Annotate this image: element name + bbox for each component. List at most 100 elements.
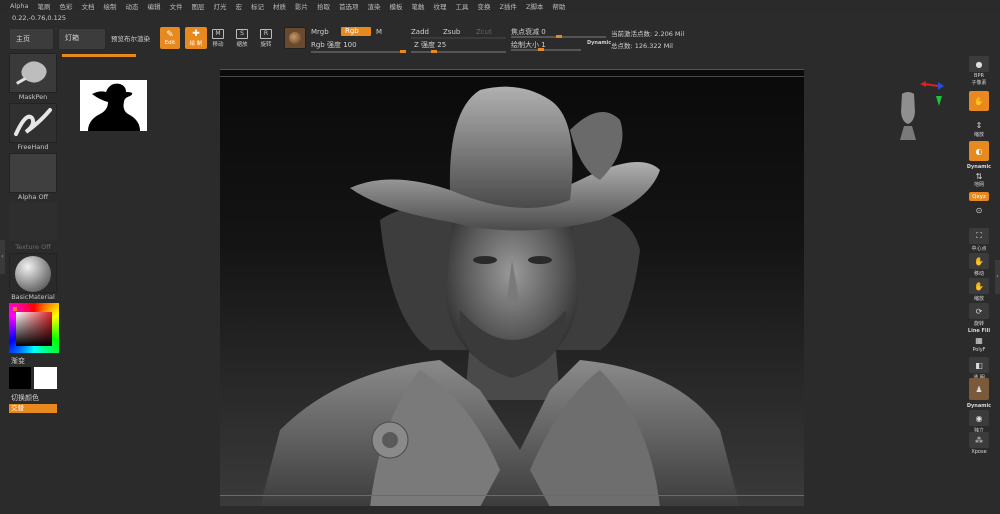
z-intensity-slider[interactable] (411, 51, 506, 53)
rotate-view-button[interactable]: ⟳ 旋转 (967, 303, 991, 327)
axis-gizmo[interactable] (918, 78, 948, 110)
menu-item[interactable]: 拾取 (317, 1, 330, 11)
ghost-button[interactable]: ♟ (967, 378, 991, 400)
brush-button[interactable] (9, 53, 57, 93)
move-button[interactable]: M 移动 (212, 29, 224, 48)
zsub-toggle[interactable]: Zsub (443, 28, 460, 36)
menu-item[interactable]: Alpha (10, 2, 28, 10)
bpr-icon: ● (969, 56, 989, 72)
scale-button[interactable]: S 缩放 (236, 29, 248, 48)
zoom-button[interactable]: ⇕ 缩放 (967, 120, 991, 139)
material-button[interactable] (9, 253, 57, 293)
main-color-swatch[interactable] (9, 367, 31, 389)
menu-item[interactable]: 色彩 (59, 1, 72, 11)
menu-item[interactable]: 纹理 (433, 1, 446, 11)
rgb-intensity-knob[interactable] (400, 50, 406, 53)
menu-item[interactable]: 变换 (477, 1, 490, 11)
z-intensity-knob[interactable] (431, 50, 437, 53)
draw-size-knob[interactable] (538, 48, 544, 51)
menu-item[interactable]: Z脚本 (526, 1, 543, 11)
reference-image-thumbnail[interactable] (80, 80, 147, 131)
menu-item[interactable]: 材质 (273, 1, 286, 11)
right-collapse-tab[interactable]: › (995, 260, 1000, 294)
z-mode-divider (411, 37, 506, 39)
m-toggle[interactable]: M (376, 28, 382, 36)
gradient-label[interactable]: 渐变 (11, 356, 25, 366)
material-name: BasicMaterial (11, 293, 55, 301)
sphere-icon (289, 32, 301, 44)
mrgb-toggle[interactable]: Mrgb (311, 28, 329, 36)
alpha-button[interactable] (9, 153, 57, 193)
freehand-stroke-icon (14, 108, 52, 136)
menu-item[interactable]: Z插件 (499, 1, 516, 11)
menu-item[interactable]: 渲染 (367, 1, 380, 11)
persp-button[interactable]: ◐ (967, 141, 991, 161)
subpixel-button[interactable]: 子像素 (967, 78, 991, 86)
bpr-preview-tab[interactable]: 预览布尔渲染 (111, 33, 150, 43)
zcut-toggle[interactable]: Zcut (476, 28, 492, 36)
texture-button[interactable] (9, 203, 57, 241)
xyz-axis-icon (920, 81, 944, 106)
stroke-name: FreeHand (17, 143, 49, 151)
bpr-button[interactable]: ● BPR (967, 56, 991, 79)
lightbox-tab[interactable]: 灯箱 (58, 28, 106, 50)
draw-size-slider[interactable] (511, 49, 581, 51)
switch-color-button[interactable]: 切换颜色 (11, 393, 39, 403)
menu-item[interactable]: 编辑 (147, 1, 160, 11)
xpose-button[interactable]: ⁂ Xpose (967, 432, 991, 455)
menu-item[interactable]: 标记 (251, 1, 264, 11)
frame-button[interactable]: ⛶ 中心点 (967, 228, 991, 252)
draw-icon: ✚ (192, 28, 200, 39)
menu-item[interactable]: 笔刷 (37, 1, 50, 11)
dynamic2-button[interactable]: Dynamic (967, 402, 991, 409)
focal-shift-knob[interactable] (556, 35, 562, 38)
document-canvas[interactable] (220, 69, 804, 506)
linefill-button[interactable]: Line Fill ▦ PolyF (967, 327, 991, 353)
menu-item[interactable]: 笔触 (411, 1, 424, 11)
rotate-icon: R (260, 29, 272, 39)
menu-item[interactable]: 文档 (81, 1, 94, 11)
color-picker-square[interactable] (16, 312, 52, 346)
scroll-button[interactable]: ✋ (967, 91, 991, 111)
total-points-readout: 总点数: 126.322 Mil (611, 42, 673, 50)
rgb-toggle[interactable]: Rgb (341, 27, 371, 36)
menu-item[interactable]: 图层 (191, 1, 204, 11)
menu-item[interactable]: 首选项 (339, 1, 359, 11)
menu-item[interactable]: 宏 (235, 1, 242, 11)
solo-button[interactable]: ◉ 独立 (967, 410, 991, 434)
dynamic-button[interactable]: Dynamic (967, 163, 991, 170)
rgb-intensity-slider[interactable] (311, 51, 406, 53)
zadd-toggle[interactable]: Zadd (411, 28, 429, 36)
move-view-button[interactable]: ✋ 移动 (967, 253, 991, 277)
z-intensity-slider-label: Z 强度 25 (414, 41, 447, 49)
edit-button[interactable]: ✎ Edit (160, 27, 180, 49)
xyz-button[interactable]: Qxyz (967, 192, 991, 201)
secondary-color-swatch[interactable] (34, 367, 57, 389)
scale-icon: S (236, 29, 248, 39)
brush-name: MaskPen (18, 93, 48, 101)
alternate-button[interactable]: 交替 (9, 404, 57, 413)
menu-item[interactable]: 工具 (455, 1, 468, 11)
rotate-button[interactable]: R 旋转 (260, 29, 272, 48)
left-collapse-tab[interactable]: ‹ (0, 240, 5, 274)
material-swatch[interactable] (284, 27, 306, 49)
menu-item[interactable]: 帮助 (552, 1, 565, 11)
menu-item[interactable]: 灯光 (213, 1, 226, 11)
menu-item[interactable]: 文件 (169, 1, 182, 11)
menu-item[interactable]: 绘制 (103, 1, 116, 11)
color-picker-wheel[interactable] (9, 303, 59, 353)
floor-button[interactable]: ⇅ 地网 (967, 172, 991, 189)
menu-item[interactable]: 影片 (295, 1, 308, 11)
menu-item[interactable]: 动态 (125, 1, 138, 11)
draw-button[interactable]: ✚ 绘 制 (185, 27, 207, 49)
scale-view-button[interactable]: ✋ 缩放 (967, 278, 991, 302)
canvas-bottom-line (220, 495, 804, 496)
dynamic-toggle[interactable]: Dynamic (587, 40, 611, 46)
menu-item[interactable]: 模板 (389, 1, 402, 11)
local-button[interactable]: ⊙ (967, 204, 991, 216)
head-navigator-icon (900, 92, 916, 140)
navigation-head[interactable] (896, 90, 920, 142)
scale-icon: ✋ (969, 278, 989, 294)
stroke-button[interactable] (9, 103, 57, 143)
home-tab[interactable]: 主页 (9, 28, 54, 50)
